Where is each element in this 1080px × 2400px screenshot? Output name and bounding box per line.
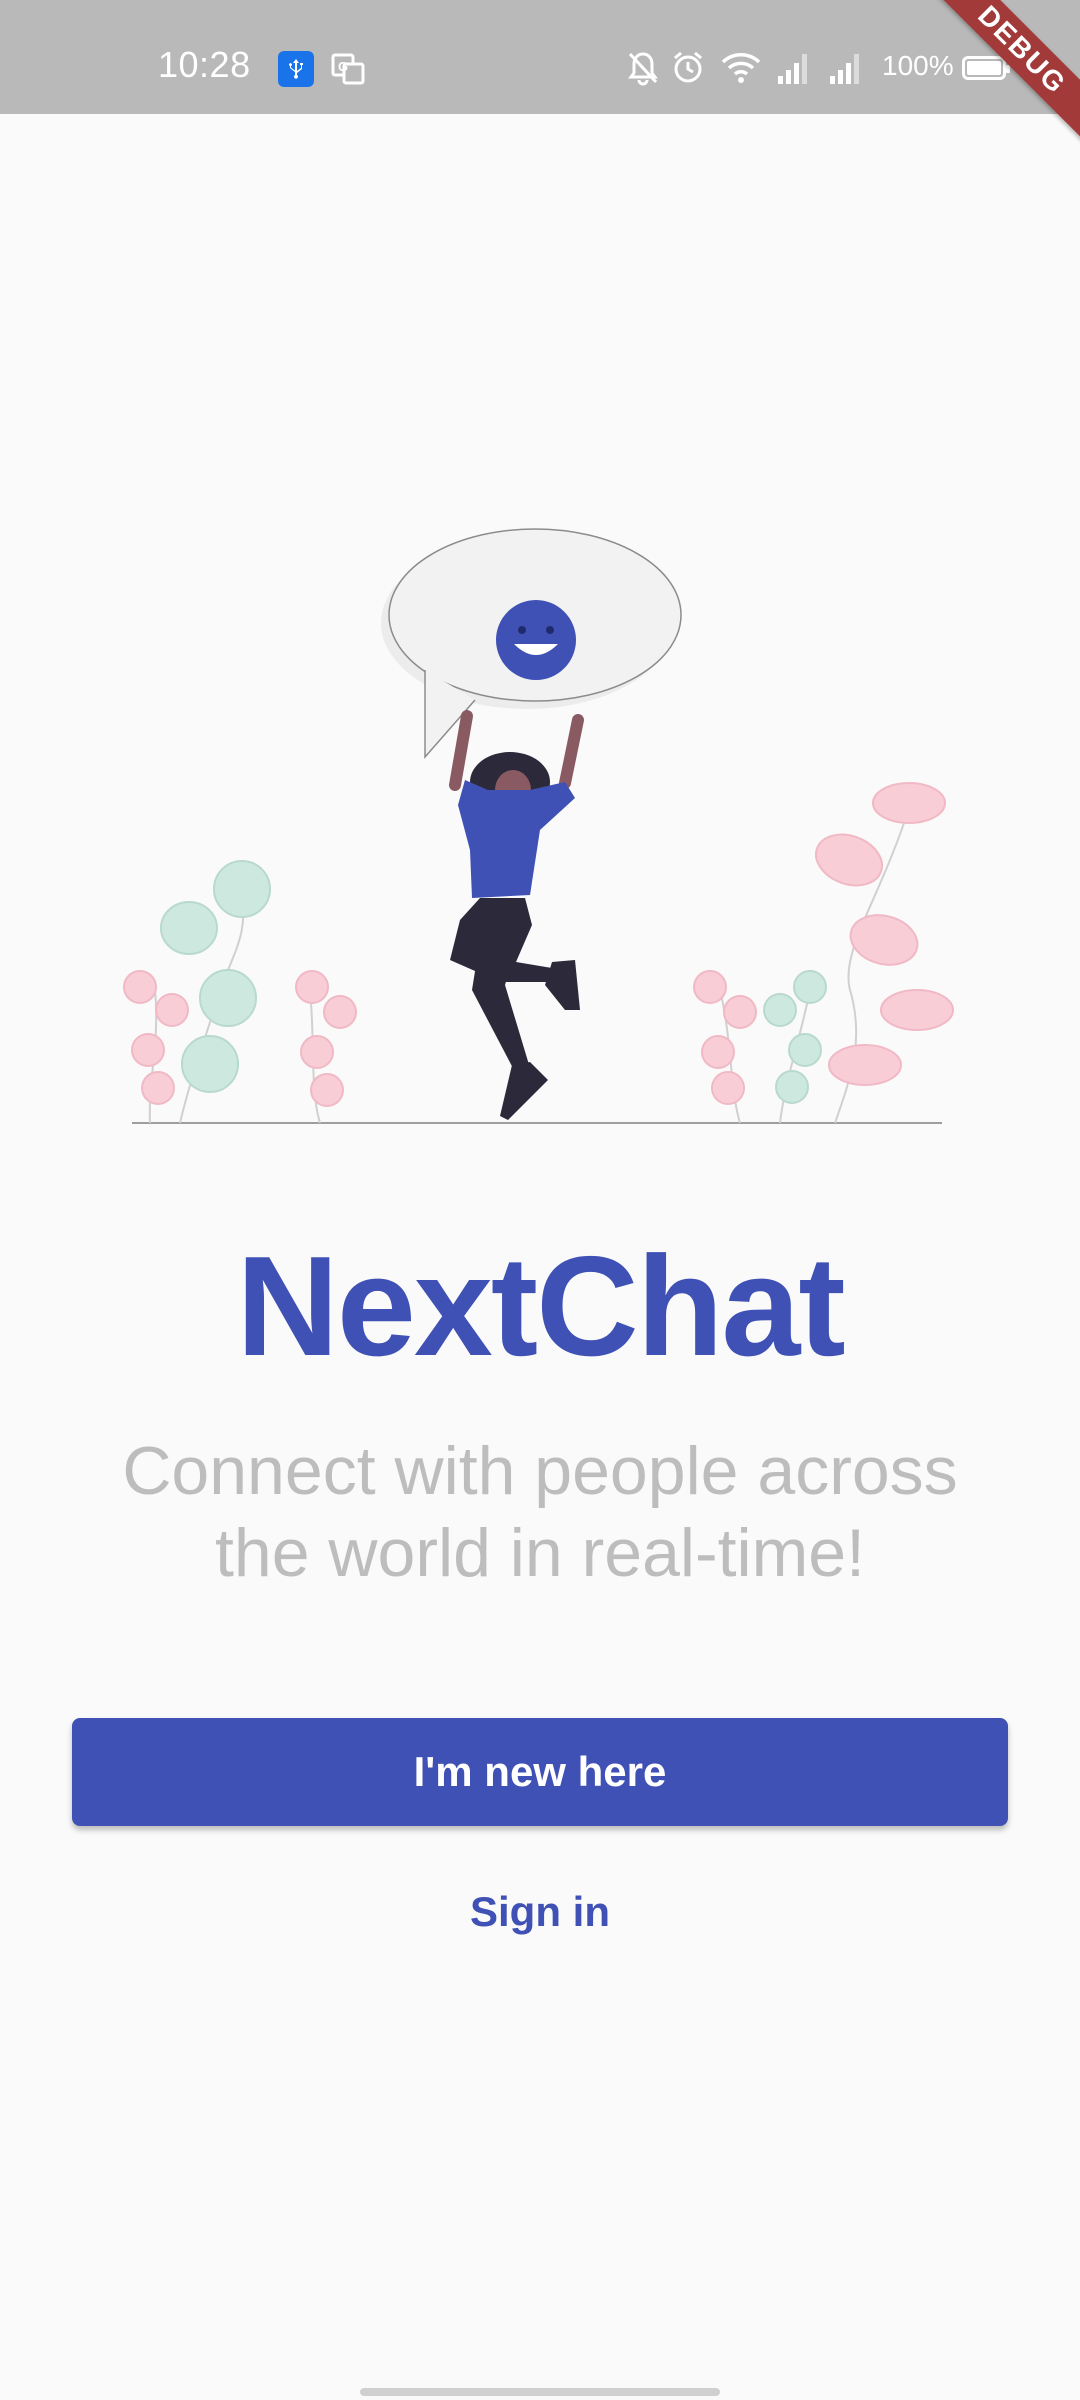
plant-right-tall-icon [815, 782, 954, 1124]
signal-icon [778, 54, 807, 84]
sign-in-link[interactable]: Sign in [0, 1888, 1080, 1936]
battery-icon [962, 56, 1010, 80]
svg-text:G: G [338, 59, 348, 74]
app-title: NextChat [236, 1227, 845, 1386]
battery-percentage: 100% [882, 50, 954, 81]
alarm-icon [674, 51, 702, 83]
status-time: 10:28 [158, 44, 251, 85]
home-indicator[interactable] [360, 2388, 720, 2396]
plant-right-small-icon [693, 970, 827, 1124]
welcome-illustration [123, 528, 954, 1124]
tagline: Connect with people across the world in … [60, 1430, 1020, 1594]
usb-icon [278, 51, 314, 87]
status-bar: 10:28 G 100% [0, 0, 1080, 114]
signal-icon [830, 54, 859, 84]
person-icon [449, 710, 584, 1120]
tagline-line-2: the world in real-time! [214, 1515, 866, 1591]
speech-bubble-icon [381, 528, 682, 759]
plant-left-icon [123, 860, 271, 1124]
wifi-icon [721, 53, 761, 83]
translate-icon: G [330, 51, 366, 87]
smiley-face-icon [496, 600, 576, 680]
plant-left-small-icon [295, 970, 357, 1124]
new-user-button[interactable]: I'm new here [72, 1718, 1008, 1826]
tagline-line-1: Connect with people across [122, 1433, 958, 1509]
bell-off-icon [628, 52, 658, 86]
